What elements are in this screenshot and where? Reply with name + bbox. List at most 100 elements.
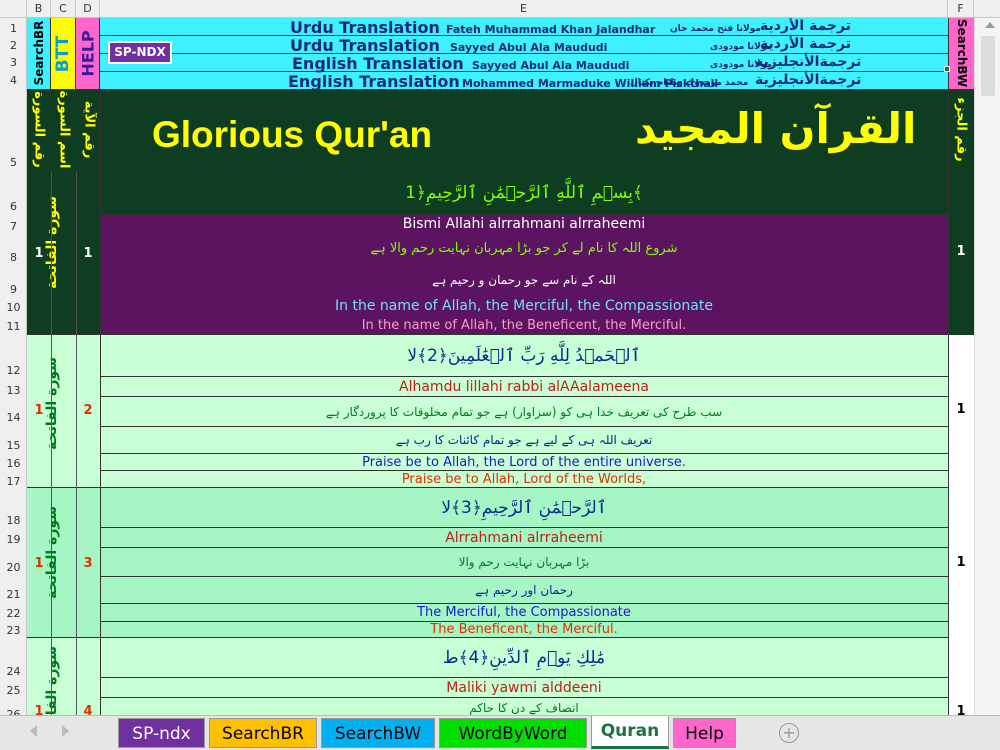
row-header[interactable]: 24 bbox=[0, 665, 27, 678]
select-all-corner[interactable] bbox=[0, 0, 27, 18]
row-header[interactable]: 21 bbox=[0, 588, 27, 601]
vertical-scrollbar[interactable] bbox=[974, 18, 1000, 715]
urdu-translation-2[interactable]: اللہ کے نام سے جو رحمان و رحیم ہے bbox=[100, 264, 948, 296]
verse-3-index[interactable]: 1 سورة الفاتحة 3 bbox=[27, 488, 100, 638]
english-translation-2[interactable]: In the name of Allah, the Beneficent, th… bbox=[100, 316, 948, 335]
tab-wordbyword[interactable]: WordByWord bbox=[439, 718, 587, 748]
row-header[interactable]: 8 bbox=[0, 251, 27, 264]
translation-arabic-label: ترجمةالأنجليزية bbox=[755, 72, 862, 88]
row-header[interactable]: 17 bbox=[0, 475, 27, 488]
column-header-b[interactable]: B bbox=[27, 0, 51, 18]
tab-searchbr[interactable]: SearchBR bbox=[209, 718, 317, 748]
row-header[interactable]: 18 bbox=[0, 514, 27, 527]
row-header[interactable]: 14 bbox=[0, 411, 27, 424]
row-header[interactable]: 23 bbox=[0, 624, 27, 637]
searchbr-label: SearchBR bbox=[32, 20, 46, 86]
sheet-tab-bar: SP-ndx SearchBR SearchBW WordByWord Qura… bbox=[0, 715, 1000, 750]
row-header[interactable]: 9 bbox=[0, 283, 27, 296]
juz-cell[interactable]: 1 bbox=[948, 638, 974, 715]
row-header[interactable]: 22 bbox=[0, 607, 27, 620]
arabic-verse[interactable]: مَٰلِكِ يَوۡمِ ٱلدِّينِ﴿4﴾ط bbox=[100, 638, 948, 678]
juz-number: 1 bbox=[956, 555, 966, 570]
row-header[interactable]: 7 bbox=[0, 220, 27, 233]
row-header[interactable]: 16 bbox=[0, 457, 27, 470]
help-button[interactable]: HELP bbox=[76, 18, 100, 90]
row-header[interactable]: 12 bbox=[0, 364, 27, 377]
urdu-translation-2[interactable]: رحمان اور رحیم ہے bbox=[100, 577, 948, 604]
transliteration[interactable]: Bismi Allahi alrrahmani alrraheemi bbox=[100, 215, 948, 234]
english-translation-1[interactable]: In the name of Allah, the Merciful, the … bbox=[100, 296, 948, 316]
ayah-number: 2 bbox=[83, 403, 93, 418]
scroll-thumb[interactable] bbox=[981, 36, 995, 96]
translation-arabic-label: ترجمةالأنجليزية bbox=[755, 54, 862, 70]
urdu-translation-2[interactable]: تعریف اللہ ہی کے لیے ہے جو تمام کائنات ک… bbox=[100, 427, 948, 454]
tab-scroll-left-icon[interactable] bbox=[30, 725, 37, 737]
juz-cell[interactable]: 1 bbox=[948, 335, 974, 488]
tab-help[interactable]: Help bbox=[673, 718, 736, 748]
urdu-translation-1[interactable]: سب طرح کی تعریف خدا ہی کو (سزاوار) ہے جو… bbox=[100, 397, 948, 427]
row-header[interactable]: 3 bbox=[0, 56, 27, 69]
help-label: HELP bbox=[78, 30, 98, 77]
ayah-number: 1 bbox=[83, 246, 93, 261]
english-translation-1[interactable]: The Merciful, the Compassionate bbox=[100, 604, 948, 622]
searchbr-button[interactable]: SearchBR bbox=[27, 18, 51, 90]
scroll-up-arrow-icon[interactable] bbox=[985, 22, 995, 28]
arabic-verse[interactable]: بِسۡمِ ٱللَّهِ ٱلرَّحۡمَٰنِ ٱلرَّحِيمِ﴿1… bbox=[100, 172, 948, 215]
urdu-translation-1[interactable]: انصاف کے دن کا حاکم bbox=[100, 698, 948, 715]
surah-name: سورة الفاتحة bbox=[44, 506, 60, 599]
searchbw-button[interactable]: SearchBW bbox=[948, 18, 974, 90]
arabic-verse[interactable]: ٱلۡحَمۡدُ لِلَّهِ رَبِّ ٱلۡعَٰلَمِينَ﴿2﴾… bbox=[100, 335, 948, 377]
english-translation-2[interactable]: Praise be to Allah, Lord of the Worlds, bbox=[100, 471, 948, 488]
translation-arabic-label: ترجمة الأردية bbox=[760, 18, 852, 34]
juz-number-heading: رقم الجزء bbox=[953, 97, 969, 162]
row-header[interactable]: 11 bbox=[0, 320, 27, 333]
ayah-number: 4 bbox=[83, 704, 93, 715]
column-header-d[interactable]: D bbox=[76, 0, 100, 18]
ayah-number: 3 bbox=[83, 556, 93, 571]
transliteration[interactable]: Alrrahmani alrraheemi bbox=[100, 528, 948, 548]
row-header[interactable]: 10 bbox=[0, 301, 27, 314]
row-header-bar: 1 2 3 4 5 6 7 8 9 10 11 12 13 14 15 16 1… bbox=[0, 18, 27, 721]
row-header[interactable]: 6 bbox=[0, 200, 27, 213]
urdu-translation-1[interactable]: بڑا مہربان نہایت رحم والا bbox=[100, 548, 948, 577]
column-header-f[interactable]: F bbox=[948, 0, 974, 18]
english-translation-2[interactable]: The Beneficent, the Merciful. bbox=[100, 622, 948, 638]
row-header[interactable]: 2 bbox=[0, 39, 27, 52]
juz-cell[interactable]: 1 bbox=[948, 488, 974, 638]
column-divider bbox=[76, 172, 77, 715]
translator-local-name: مولانا فتح محمد خان bbox=[670, 24, 761, 34]
row-header[interactable]: 25 bbox=[0, 684, 27, 697]
row-header[interactable]: 15 bbox=[0, 439, 27, 452]
english-translation-1[interactable]: Praise be to Allah, the Lord of the enti… bbox=[100, 454, 948, 471]
tab-scroll-right-icon[interactable] bbox=[62, 725, 69, 737]
arabic-verse[interactable]: ٱلرَّحۡمَٰنِ ٱلرَّحِيمِ﴿3﴾لا bbox=[100, 488, 948, 528]
add-sheet-icon[interactable]: + bbox=[779, 723, 799, 743]
sp-ndx-button[interactable]: SP-NDX bbox=[108, 41, 172, 64]
tab-searchbw[interactable]: SearchBW bbox=[321, 718, 435, 748]
btt-button[interactable]: BTT bbox=[51, 18, 76, 90]
row-header[interactable]: 19 bbox=[0, 533, 27, 546]
row-header[interactable]: 20 bbox=[0, 561, 27, 574]
surah-name: سورة الفاتحة bbox=[44, 646, 60, 715]
verse-1-index[interactable]: 1 سورة الفاتحة 1 bbox=[27, 172, 100, 335]
row-header[interactable]: 5 bbox=[0, 156, 27, 169]
column-header-c[interactable]: C bbox=[51, 0, 76, 18]
tab-sp-ndx[interactable]: SP-ndx bbox=[118, 718, 205, 748]
row-header[interactable]: 4 bbox=[0, 74, 27, 87]
transliteration[interactable]: Maliki yawmi alddeeni bbox=[100, 678, 948, 698]
title-banner: Glorious Qur'an القرآن المجيد bbox=[100, 90, 948, 172]
verse-4-index[interactable]: 1 سورة الفاتحة 4 bbox=[27, 638, 100, 715]
translation-label: Urdu Translation bbox=[290, 36, 440, 55]
column-header-e[interactable]: E bbox=[100, 0, 948, 18]
title-row-left: رقم السورة اسم السورة رقم الآية bbox=[27, 90, 100, 172]
transliteration[interactable]: Alhamdu lillahi rabbi alAAalameena bbox=[100, 377, 948, 397]
row-header[interactable]: 13 bbox=[0, 384, 27, 397]
row-header[interactable]: 1 bbox=[0, 22, 27, 35]
translation-label: English Translation bbox=[288, 72, 460, 90]
urdu-translation-1[interactable]: شروع اللہ کا نام لے کر جو بڑا مہربان نہا… bbox=[100, 234, 948, 264]
verse-2-index[interactable]: 1 سورة الفاتحة 2 bbox=[27, 335, 100, 488]
fill-handle[interactable] bbox=[944, 66, 950, 72]
column-divider bbox=[948, 90, 949, 715]
tab-quran[interactable]: Quran bbox=[591, 716, 669, 749]
juz-cell[interactable]: 1 bbox=[948, 172, 974, 335]
